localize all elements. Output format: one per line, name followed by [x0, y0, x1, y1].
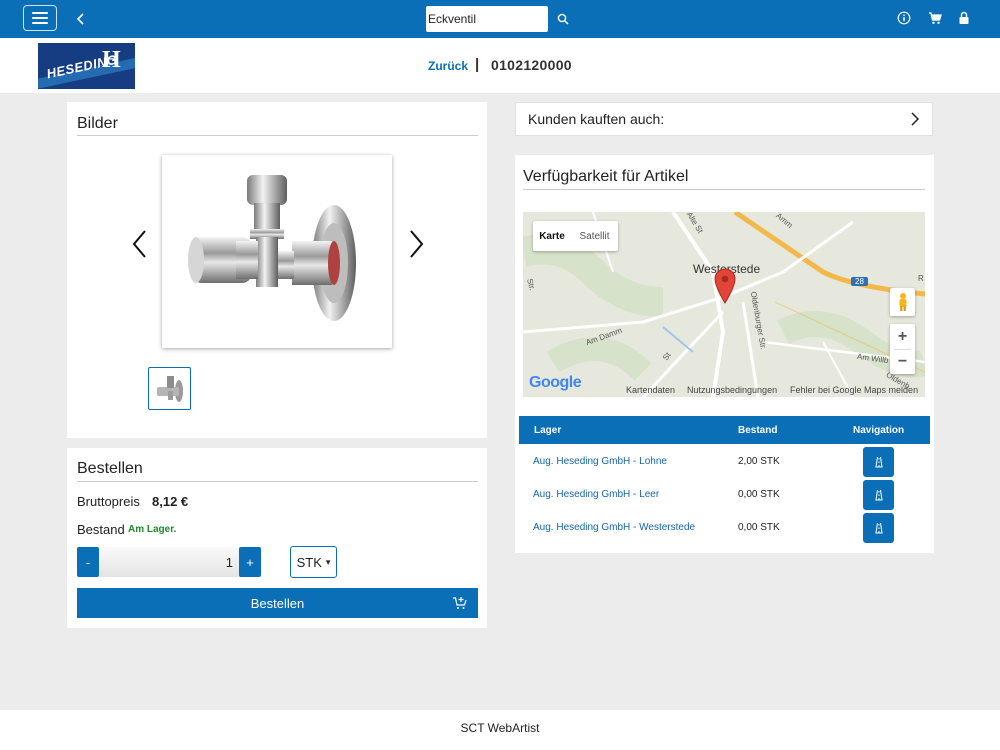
- product-main-image[interactable]: [162, 155, 392, 348]
- stock-label: Bestand: [77, 522, 125, 537]
- customers-also-bought-title: Kunden kauften auch:: [528, 111, 665, 127]
- column-header-store: Lager: [534, 425, 562, 436]
- map-report-link[interactable]: Fehler bei Google Maps melden: [790, 385, 918, 395]
- angle-valve-illustration: [188, 175, 356, 321]
- street-view-pegman-icon[interactable]: [890, 288, 915, 316]
- store-name-link[interactable]: Aug. Heseding GmbH - Lohne: [533, 456, 667, 467]
- map-type-satellite-tab[interactable]: Satellit: [571, 221, 618, 251]
- angle-valve-thumbnail-icon: [156, 375, 183, 402]
- divider: [77, 135, 478, 136]
- cart-icon[interactable]: [927, 10, 943, 26]
- stock-table-header: Lager Bestand Navigation: [519, 416, 930, 444]
- navigate-button[interactable]: [863, 480, 894, 510]
- chevron-right-icon[interactable]: [909, 111, 921, 127]
- quantity-input[interactable]: [99, 547, 241, 577]
- article-number: 0102120000: [491, 57, 572, 73]
- dropdown-caret-icon: ▾: [325, 556, 331, 567]
- top-navigation-bar: [0, 0, 1000, 38]
- search-icon: [557, 13, 569, 25]
- road-navigation-icon: [875, 522, 882, 534]
- map-type-map-tab[interactable]: Karte: [533, 221, 571, 251]
- store-name-link[interactable]: Aug. Heseding GmbH - Westerstede: [533, 522, 695, 533]
- add-to-cart-icon: [453, 597, 467, 609]
- road-number-badge: 28: [851, 277, 868, 286]
- road-navigation-icon: [875, 456, 882, 468]
- lock-icon[interactable]: [956, 10, 972, 26]
- price-label: Bruttopreis: [77, 494, 140, 509]
- map-marker-icon[interactable]: [714, 268, 736, 304]
- street-label: R: [918, 274, 924, 283]
- map-zoom-control: + −: [890, 324, 915, 374]
- order-panel-title: Bestellen: [77, 460, 143, 477]
- map-footer: Kartendaten Nutzungsbedingungen Fehler b…: [523, 383, 925, 397]
- page-header: HESEDING H Zurück | 0102120000: [0, 38, 1000, 93]
- store-location-map[interactable]: Alte St Amm Str. R Am Damm St Oldenburge…: [523, 212, 925, 397]
- back-link[interactable]: Zurück: [428, 59, 468, 73]
- back-arrow-icon[interactable]: [72, 9, 90, 29]
- divider: [523, 189, 925, 190]
- unit-select[interactable]: STK ▾: [290, 546, 337, 578]
- search-input[interactable]: [426, 6, 548, 32]
- navigate-button[interactable]: [863, 513, 894, 543]
- heseding-logo[interactable]: HESEDING H: [38, 43, 135, 89]
- hamburger-menu-button[interactable]: [23, 5, 57, 31]
- carousel-next-button[interactable]: [406, 229, 426, 259]
- menu-icon-line: [32, 17, 48, 19]
- product-thumbnail[interactable]: [148, 367, 191, 410]
- menu-icon-line: [32, 12, 48, 14]
- logo-mark: H: [102, 47, 121, 73]
- price-value: 8,12 €: [152, 494, 189, 509]
- chevron-left-icon: [132, 230, 146, 258]
- search-button[interactable]: [549, 6, 576, 32]
- map-zoom-out-button[interactable]: −: [890, 349, 915, 374]
- navigate-button[interactable]: [863, 447, 894, 477]
- quantity-increase-button[interactable]: +: [239, 547, 261, 577]
- map-type-control: Karte Satellit: [533, 221, 618, 251]
- unit-value: STK: [296, 554, 322, 570]
- stock-status: Am Lager.: [128, 524, 177, 535]
- map-zoom-in-button[interactable]: +: [890, 324, 915, 349]
- chevron-right-icon: [410, 230, 424, 258]
- header-separator: |: [475, 56, 480, 73]
- column-header-stock: Bestand: [738, 425, 778, 436]
- divider: [77, 481, 478, 482]
- page-footer: SCT WebArtist: [0, 710, 1000, 750]
- quantity-decrease-button[interactable]: -: [77, 547, 99, 577]
- order-button-label: Bestellen: [250, 595, 305, 611]
- carousel-prev-button[interactable]: [130, 229, 150, 259]
- footer-text: SCT WebArtist: [460, 721, 540, 735]
- images-panel-title: Bilder: [77, 115, 118, 132]
- menu-icon-line: [32, 22, 48, 24]
- store-stock-value: 0,00 STK: [738, 489, 780, 500]
- store-name-link[interactable]: Aug. Heseding GmbH - Leer: [533, 489, 659, 500]
- info-icon[interactable]: [896, 10, 912, 26]
- map-terms-link[interactable]: Nutzungsbedingungen: [687, 385, 777, 395]
- order-button[interactable]: Bestellen: [77, 588, 478, 618]
- column-header-navigation: Navigation: [853, 425, 905, 436]
- store-stock-value: 2,00 STK: [738, 456, 780, 467]
- availability-panel-title: Verfügbarkeit für Artikel: [523, 168, 689, 185]
- map-data-link[interactable]: Kartendaten: [626, 385, 675, 395]
- road-navigation-icon: [875, 489, 882, 501]
- store-stock-value: 0,00 STK: [738, 522, 780, 533]
